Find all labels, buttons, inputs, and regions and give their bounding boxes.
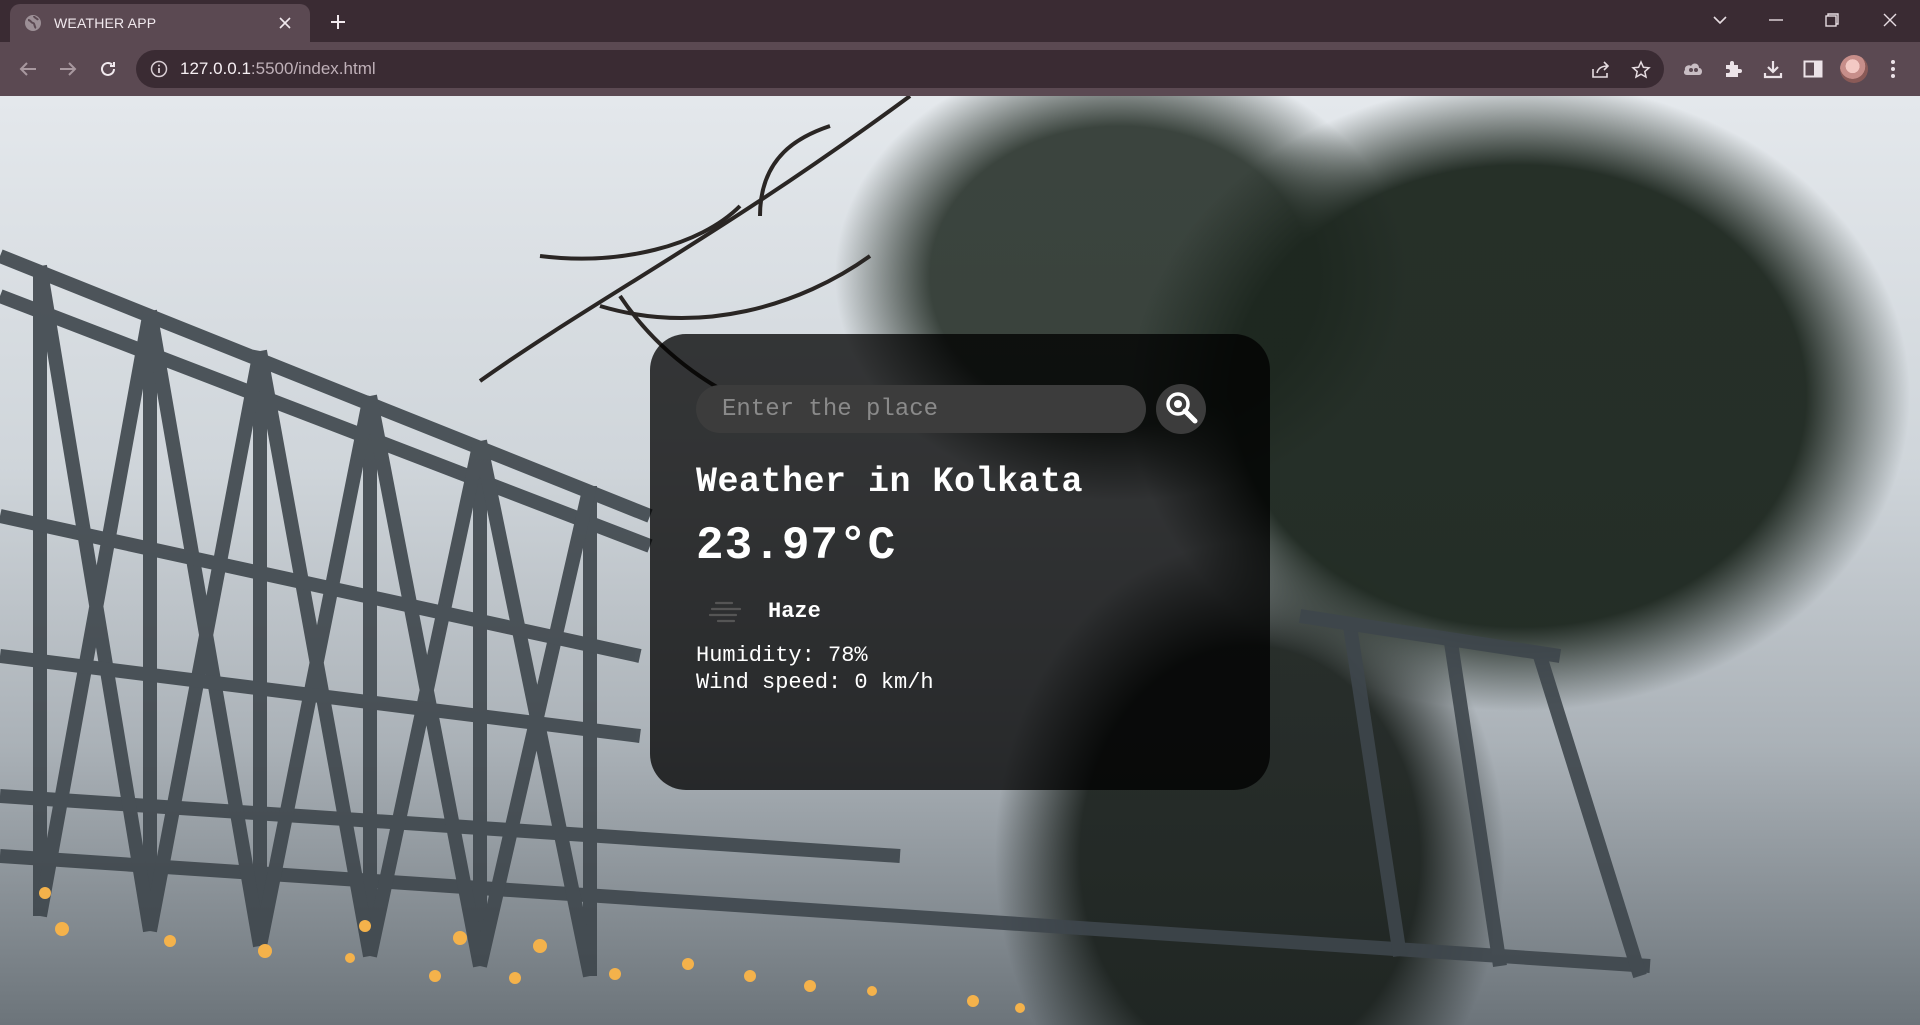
wind-speed-text: Wind speed: 0 km/h	[696, 670, 934, 695]
url-host: 127.0.0.1	[180, 59, 251, 78]
menu-kebab-icon[interactable]	[1880, 56, 1906, 82]
bookmark-star-icon[interactable]	[1630, 59, 1652, 81]
side-panel-icon[interactable]	[1800, 56, 1826, 82]
extensions-puzzle-icon[interactable]	[1720, 56, 1746, 82]
url-path: :5500/index.html	[250, 59, 376, 78]
search-button[interactable]	[1156, 384, 1206, 434]
globe-icon	[24, 14, 42, 32]
download-icon[interactable]	[1760, 56, 1786, 82]
close-window-button[interactable]	[1862, 0, 1918, 40]
search-input[interactable]	[696, 385, 1146, 433]
humidity-text: Humidity: 78%	[696, 643, 868, 668]
minimize-button[interactable]	[1748, 0, 1804, 40]
weather-card: Weather in Kolkata 23.97°C Haze Humidity…	[650, 334, 1270, 790]
share-icon[interactable]	[1590, 59, 1612, 81]
condition-text: Haze	[768, 598, 821, 624]
close-tab-icon[interactable]	[274, 12, 296, 34]
page-viewport: Weather in Kolkata 23.97°C Haze Humidity…	[0, 96, 1920, 1025]
haze-icon	[696, 586, 756, 636]
browser-toolbar: 127.0.0.1:5500/index.html	[0, 42, 1920, 96]
back-arrow-icon[interactable]	[12, 53, 44, 85]
tab-search-chevron-icon[interactable]	[1692, 0, 1748, 40]
condition-row: Haze	[696, 586, 1224, 636]
browser-tab-strip: WEATHER APP	[0, 0, 1920, 42]
tab-title: WEATHER APP	[54, 15, 157, 31]
extension-cloud-icon[interactable]	[1680, 56, 1706, 82]
search-icon	[1164, 390, 1198, 429]
browser-tab[interactable]: WEATHER APP	[10, 4, 310, 42]
search-row	[696, 384, 1224, 434]
weather-stats: Humidity: 78% Wind speed: 0 km/h	[696, 642, 1224, 696]
temperature: 23.97°C	[696, 520, 897, 572]
restore-button[interactable]	[1804, 0, 1860, 40]
address-bar[interactable]: 127.0.0.1:5500/index.html	[136, 50, 1664, 88]
reload-icon[interactable]	[92, 53, 124, 85]
site-info-icon[interactable]	[150, 60, 168, 78]
new-tab-button[interactable]	[324, 8, 352, 36]
city-heading: Weather in Kolkata	[696, 462, 1084, 502]
profile-avatar[interactable]	[1840, 55, 1868, 83]
forward-arrow-icon[interactable]	[52, 53, 84, 85]
